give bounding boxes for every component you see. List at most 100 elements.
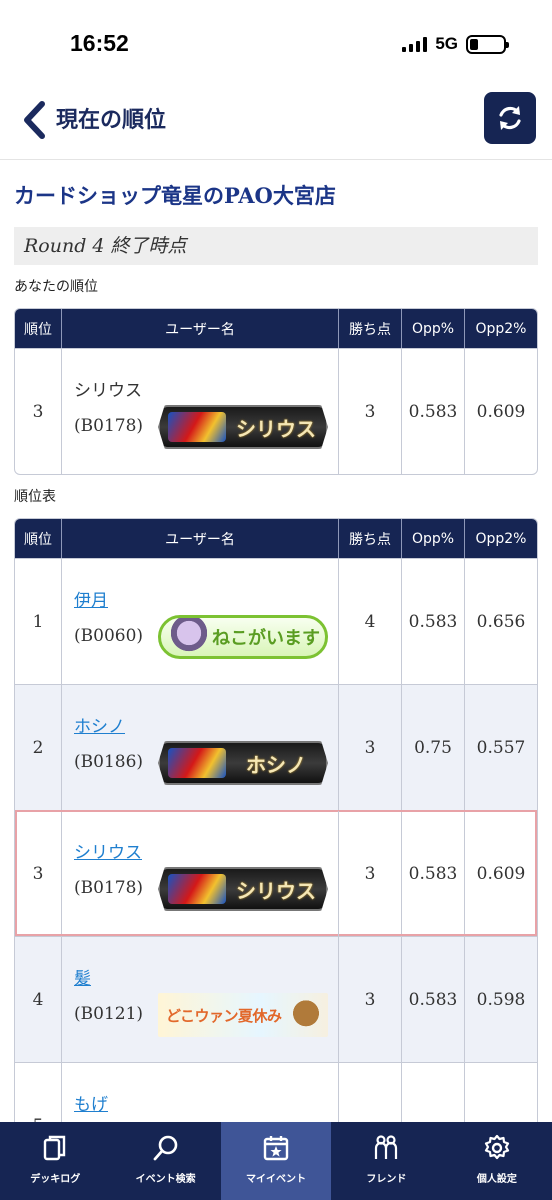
badge-text: どこウァン夏休み [166, 1006, 282, 1025]
user-badge: シリウス [158, 867, 328, 911]
status-icons: 5G [402, 34, 509, 54]
opp-cell: 0.583 [402, 349, 465, 474]
points-cell: 3 [339, 349, 402, 474]
badge-text: ホシノ [246, 752, 306, 777]
back-button[interactable] [16, 100, 52, 140]
rank-cell: 3 [15, 811, 62, 936]
calendar-star-icon [263, 1136, 289, 1161]
user-name-link[interactable]: もげ [74, 1090, 108, 1115]
page-title: 現在の順位 [56, 107, 167, 133]
network-label: 5G [435, 34, 458, 53]
badge-text: ねこがいます [212, 628, 320, 649]
tab-friend[interactable]: フレンド [331, 1122, 441, 1200]
tab-decklog[interactable]: デッキログ [0, 1122, 110, 1200]
badge-text: シリウス [236, 878, 316, 903]
points-cell: 4 [339, 559, 402, 684]
tab-label: フレンド [366, 1174, 407, 1185]
user-id: (B0178) [74, 878, 144, 898]
user-cell: シリウス (B0178) シリウス [62, 349, 339, 474]
gear-icon [484, 1134, 509, 1160]
table-row: 2 ホシノ (B0186) ホシノ 3 0.75 0.557 [15, 684, 537, 810]
points-cell: 3 [339, 685, 402, 810]
game-logo-icon [168, 412, 226, 442]
points-cell: 3 [339, 937, 402, 1062]
col-opp2-header: Opp2% [475, 530, 527, 547]
standings-label: 順位表 [14, 489, 56, 505]
opp-cell: 0.75 [402, 685, 465, 810]
user-name-link[interactable]: ホシノ [74, 712, 125, 737]
user-id: (B0178) [74, 416, 144, 436]
deck-icon [44, 1135, 66, 1161]
tab-label: 個人設定 [476, 1174, 517, 1185]
opp-cell: 0.583 [402, 559, 465, 684]
rank-cell: 1 [15, 559, 62, 684]
standings-table: 順位 ユーザー名 勝ち点 Opp% Opp2% 1 伊月 (B0060) ねこが… [14, 518, 538, 1138]
owl-icon [292, 998, 320, 1032]
tab-settings[interactable]: 個人設定 [442, 1122, 552, 1200]
refresh-button[interactable] [484, 92, 536, 144]
opp2-cell: 0.598 [476, 989, 526, 1010]
points-cell: 3 [339, 811, 402, 936]
status-time: 16:52 [70, 30, 129, 56]
game-logo-icon [168, 748, 226, 778]
user-name-link[interactable]: シリウス [74, 838, 142, 863]
user-name-link[interactable]: 髪 [74, 964, 91, 989]
bottom-tab-bar: デッキログ イベント検索 マイイベント フレンド 個人設定 [0, 1122, 552, 1200]
tab-event-search[interactable]: イベント検索 [110, 1122, 220, 1200]
rank-cell: 4 [15, 937, 62, 1062]
table-row: 1 伊月 (B0060) ねこがいます 4 0.583 0.656 [15, 558, 537, 684]
rank-cell: 3 [15, 349, 62, 474]
friends-icon [375, 1135, 398, 1159]
table-row: 4 髪 (B0121) どこウァン夏休み 3 0.583 0.598 [15, 936, 537, 1062]
col-rank-header: 順位 [15, 519, 62, 558]
opp2-cell: 0.656 [476, 611, 526, 632]
opp-cell: 0.583 [402, 811, 465, 936]
shop-name: カードショップ竜星のPAO大宮店 [14, 183, 336, 208]
tab-label: マイイベント [246, 1174, 307, 1185]
character-icon [171, 618, 207, 656]
tab-my-event[interactable]: マイイベント [220, 1122, 332, 1200]
chevron-left-icon [24, 101, 45, 139]
user-id: (B0060) [74, 626, 144, 646]
my-rank-label: あなたの順位 [14, 279, 98, 295]
tab-label: イベント検索 [135, 1174, 196, 1185]
table-header: 順位 ユーザー名 勝ち点 Opp% Opp2% [15, 519, 537, 558]
user-id: (B0121) [74, 1004, 144, 1024]
col-opp-header: Opp% [402, 519, 465, 558]
user-id: (B0186) [74, 752, 144, 772]
col-points-header: 勝ち点 [339, 309, 402, 348]
user-cell: シリウス (B0178) シリウス [62, 811, 339, 936]
user-cell: 髪 (B0121) どこウァン夏休み [62, 937, 339, 1062]
col-opp2-header: Opp2% [475, 320, 527, 337]
user-badge: ねこがいます [158, 615, 328, 659]
user-badge: どこウァン夏休み [158, 993, 328, 1037]
opp2-cell: 0.557 [476, 737, 526, 758]
rank-cell: 2 [15, 685, 62, 810]
user-badge: シリウス [158, 405, 328, 449]
table-row: 3 シリウス (B0178) シリウス 3 0.583 0.609 [15, 348, 537, 474]
search-icon [153, 1135, 177, 1161]
badge-text: シリウス [236, 416, 316, 441]
signal-icon [402, 36, 428, 52]
col-user-header: ユーザー名 [62, 309, 339, 348]
user-name: シリウス [74, 381, 142, 401]
user-cell: ホシノ (B0186) ホシノ [62, 685, 339, 810]
refresh-icon [499, 106, 521, 130]
col-user-header: ユーザー名 [62, 519, 339, 558]
col-opp-header: Opp% [402, 309, 465, 348]
opp-cell: 0.583 [402, 937, 465, 1062]
col-rank-header: 順位 [15, 309, 62, 348]
app-header: 現在の順位 [0, 92, 552, 160]
battery-icon [466, 34, 509, 54]
tab-label: デッキログ [30, 1174, 81, 1185]
user-badge: ホシノ [158, 741, 328, 785]
col-points-header: 勝ち点 [339, 519, 402, 558]
game-logo-icon [168, 874, 226, 904]
table-header: 順位 ユーザー名 勝ち点 Opp% Opp2% [15, 309, 537, 348]
user-name-link[interactable]: 伊月 [74, 586, 108, 611]
status-bar: 16:52 5G [0, 0, 552, 92]
round-label: Round 4 終了時点 [14, 227, 538, 265]
user-cell: 伊月 (B0060) ねこがいます [62, 559, 339, 684]
opp2-cell: 0.609 [476, 863, 526, 884]
my-rank-table: 順位 ユーザー名 勝ち点 Opp% Opp2% 3 シリウス (B0178) シ… [14, 308, 538, 475]
